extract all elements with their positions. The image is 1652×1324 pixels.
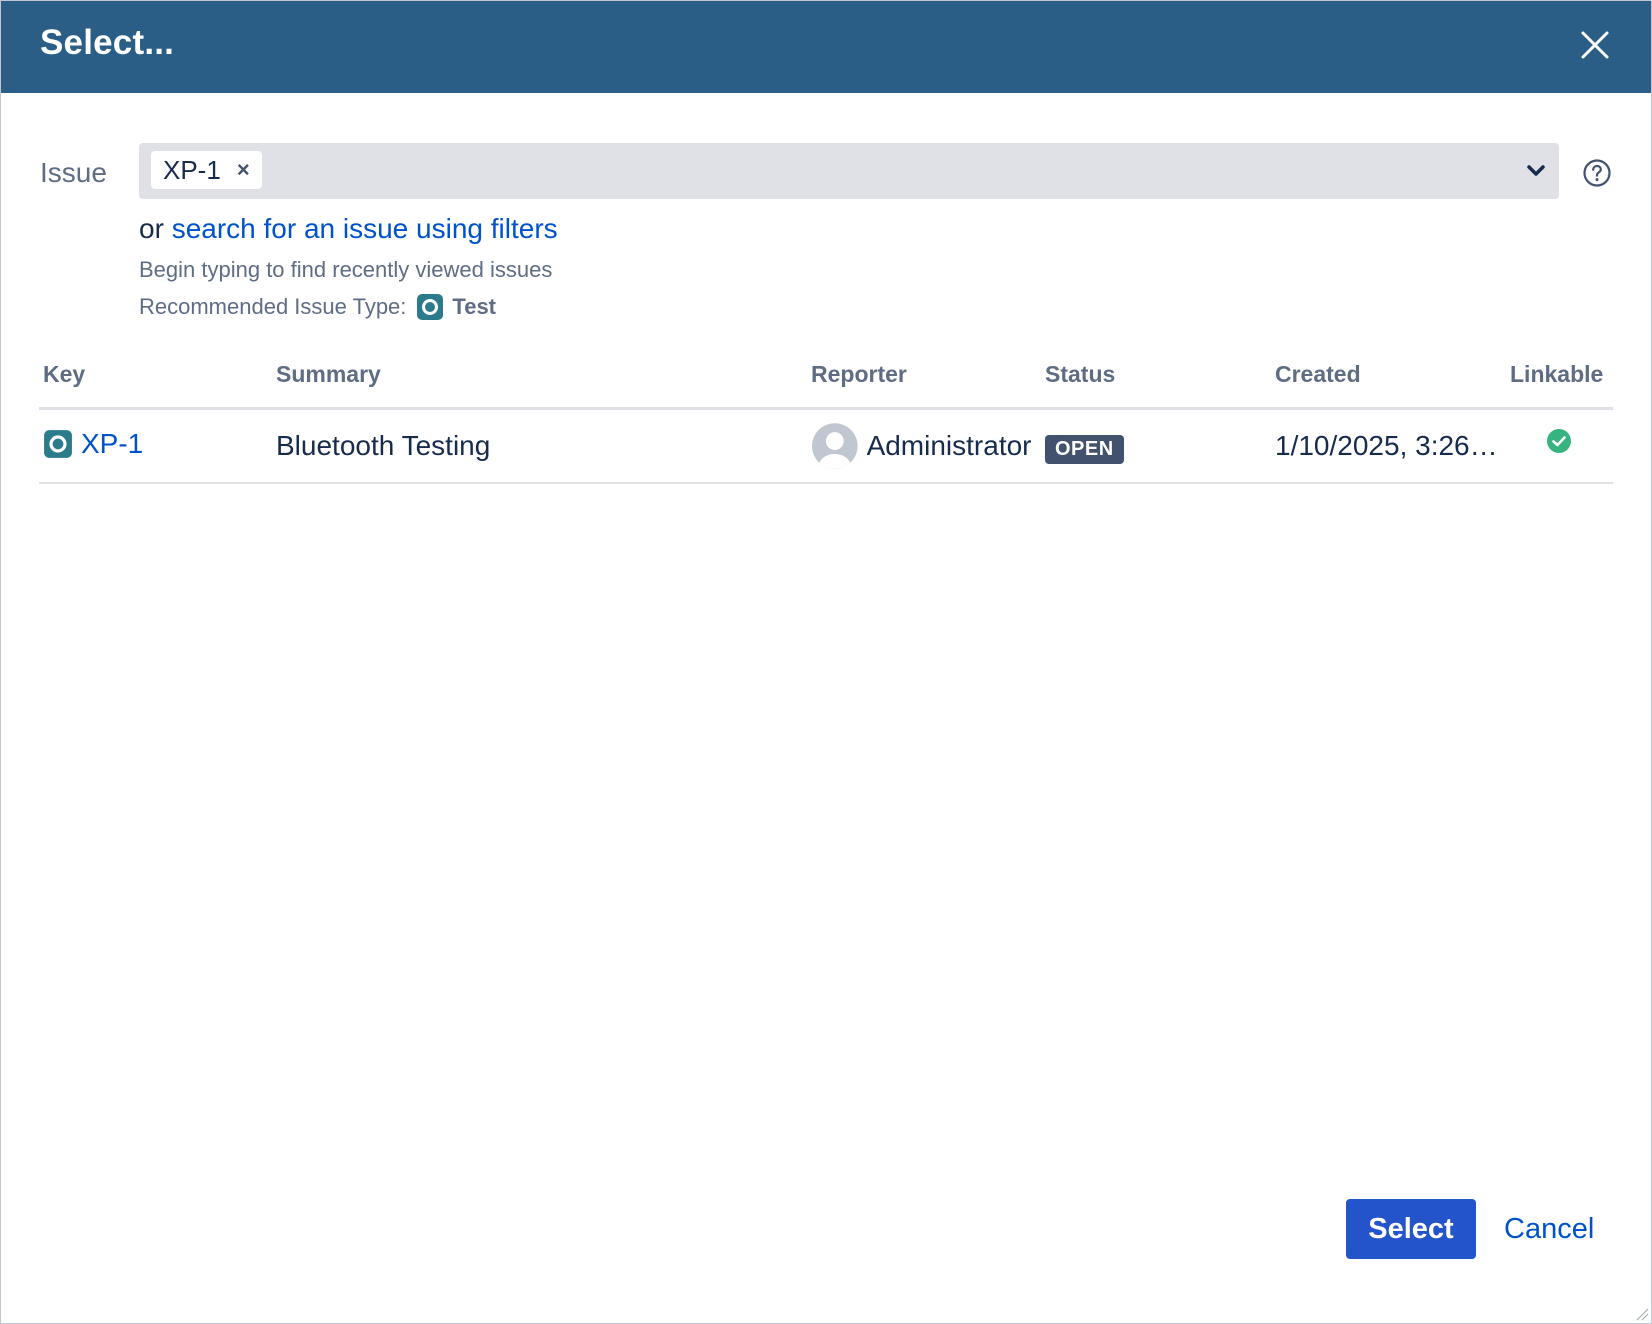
cancel-button[interactable]: Cancel [1498,1199,1600,1259]
status-cell: OPEN [1045,430,1124,464]
column-header-status[interactable]: Status [1045,361,1115,388]
check-circle-icon [1547,429,1571,453]
issue-results-table: Key Summary Reporter Status Created Link… [39,351,1613,484]
help-button[interactable] [1582,158,1612,188]
dialog-title: Select... [40,23,175,62]
or-prefix: or [139,213,164,244]
chip-remove-button[interactable]: × [237,157,250,183]
reporter-cell: Administrator [811,422,1035,470]
issue-key-cell: XP-1 [43,428,143,460]
issue-key-link[interactable]: XP-1 [81,428,143,460]
recommended-label: Recommended Issue Type: [139,294,407,319]
created-date: 1/10/2025, 3:26 PM [1275,430,1499,461]
issue-summary: Bluetooth Testing [276,430,491,461]
recommended-type-name: Test [452,294,497,319]
column-header-summary[interactable]: Summary [276,361,381,388]
search-filters-line: or search for an issue using filters [139,213,558,245]
question-circle-icon [1583,159,1611,187]
column-header-created[interactable]: Created [1275,361,1361,388]
test-issue-type-icon [417,294,444,320]
dialog-header: Select... [1,1,1651,93]
column-header-linkable: Linkable [1510,361,1604,387]
test-issue-type-icon [44,430,72,458]
issue-field-label: Issue [40,157,107,188]
resize-grip-icon[interactable] [1633,1305,1649,1321]
table-row[interactable]: XP-1 Bluetooth Testing Administrator OPE… [39,410,1613,484]
chip-label: XP-1 [163,154,221,185]
close-icon [1581,31,1609,59]
recommended-issue-type: Recommended Issue Type: Test [139,293,496,321]
chevron-down-icon[interactable] [1523,158,1549,184]
table-header: Key Summary Reporter Status Created Link… [39,351,1613,410]
select-button[interactable]: Select [1346,1199,1476,1259]
close-button[interactable] [1577,27,1613,63]
issue-picker-input[interactable]: XP-1 × [139,143,1559,199]
hint-text: Begin typing to find recently viewed iss… [139,257,553,282]
status-badge: OPEN [1045,435,1124,464]
selected-issue-chip: XP-1 × [151,151,262,189]
reporter-name: Administrator [866,430,1032,461]
search-filters-link[interactable]: search for an issue using filters [172,213,558,244]
column-header-reporter[interactable]: Reporter [811,361,907,388]
avatar [811,423,858,469]
column-header-key[interactable]: Key [43,361,85,388]
select-issue-dialog: Select... Issue XP-1 × or search for an … [0,0,1652,1324]
